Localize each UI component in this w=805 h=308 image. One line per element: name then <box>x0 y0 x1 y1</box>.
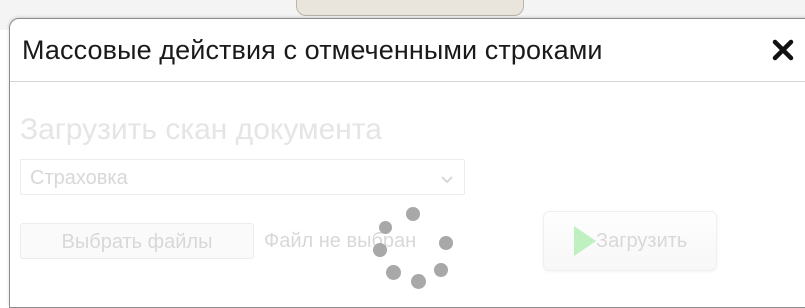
upload-button-label: Загрузить <box>596 230 688 252</box>
dialog-titlebar: Массовые действия с отмеченными строками <box>10 19 805 82</box>
background-tab <box>296 0 524 16</box>
spinner-dot <box>386 265 401 280</box>
document-type-value: Страховка <box>30 167 128 189</box>
bulk-actions-dialog: Массовые действия с отмеченными строками… <box>9 18 805 308</box>
spinner-dot <box>379 221 392 234</box>
play-icon <box>572 224 598 263</box>
close-icon[interactable] <box>767 34 799 66</box>
dialog-body: Загрузить скан документа Страховка Выбра… <box>10 83 805 307</box>
spinner-dot <box>439 236 453 250</box>
spinner-icon <box>358 203 458 303</box>
document-type-select[interactable]: Страховка <box>20 159 465 195</box>
choose-files-label: Выбрать файлы <box>61 231 213 253</box>
dialog-title: Массовые действия с отмеченными строками <box>22 35 603 65</box>
chevron-down-icon <box>440 172 454 190</box>
spinner-dot <box>411 274 426 289</box>
upload-scan-heading: Загрузить скан документа <box>20 113 382 146</box>
spinner-dot <box>406 207 420 221</box>
spinner-dot <box>434 263 448 277</box>
spinner-dot <box>373 243 387 257</box>
choose-files-button[interactable]: Выбрать файлы <box>20 223 254 259</box>
upload-button[interactable]: Загрузить <box>543 211 717 271</box>
